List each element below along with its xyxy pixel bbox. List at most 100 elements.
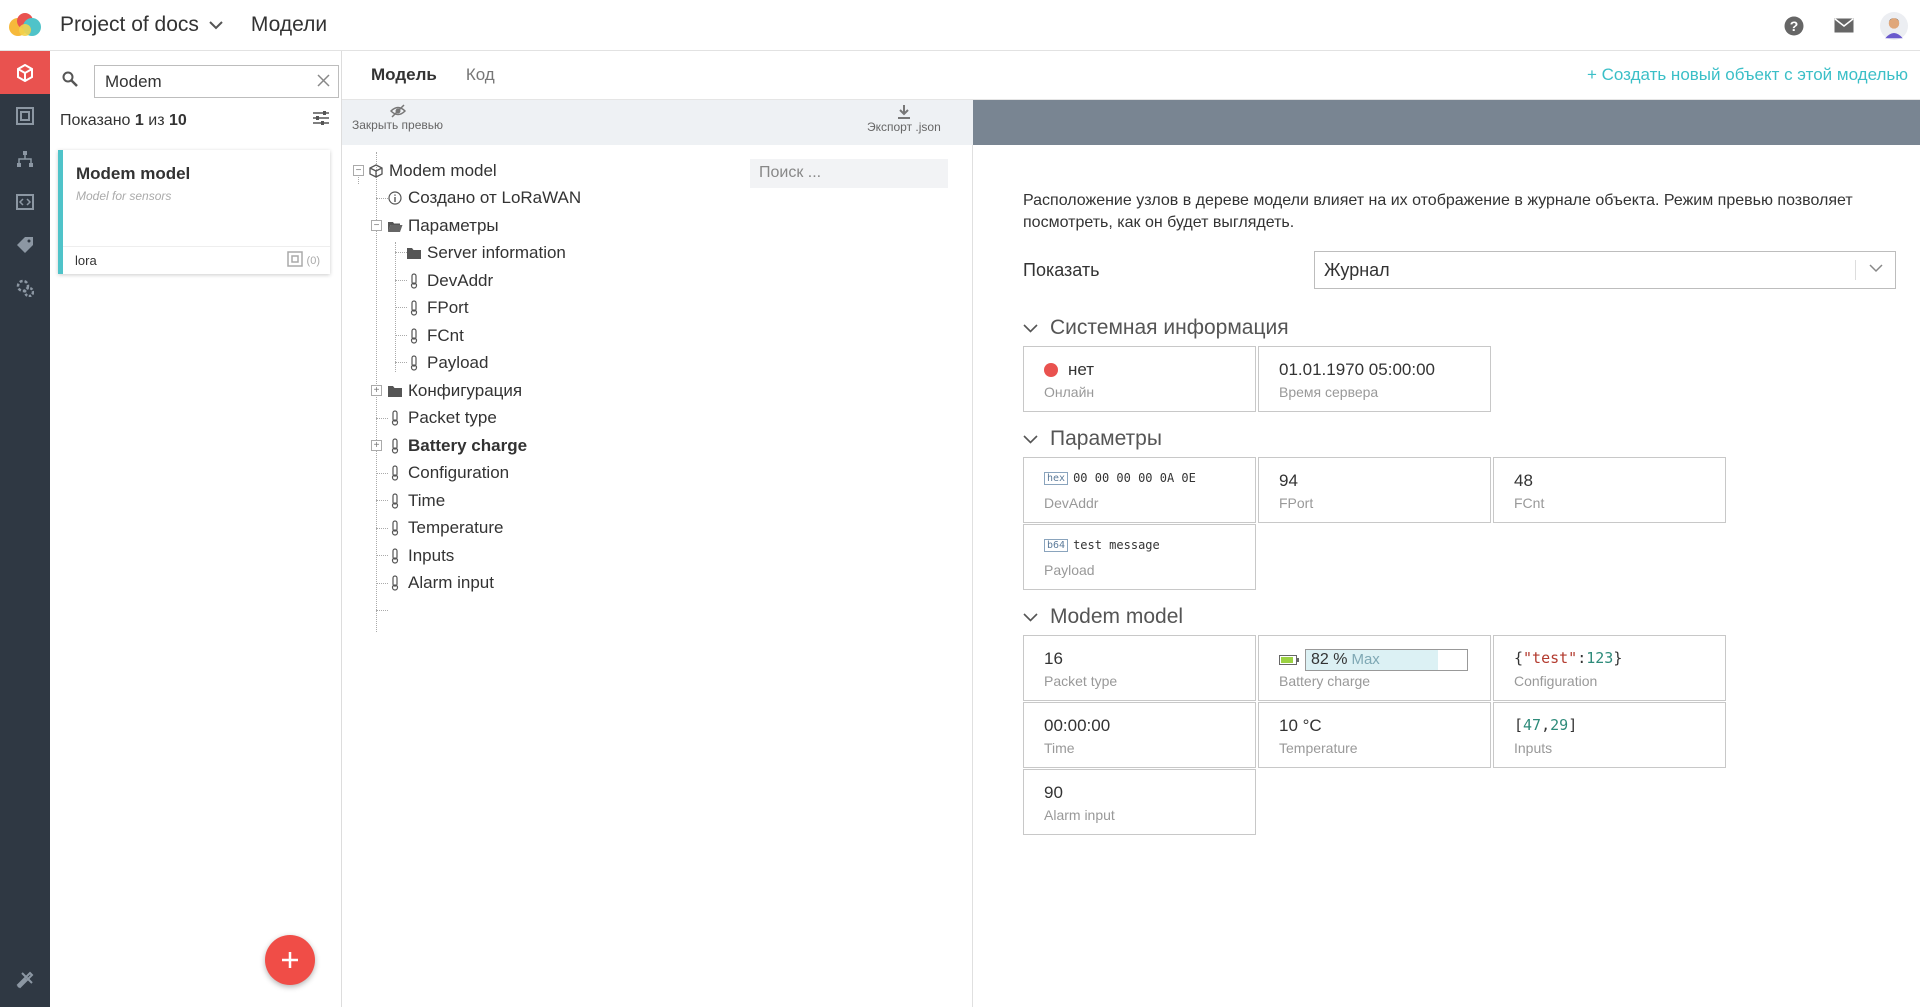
shown-prefix: Показано [60, 111, 131, 129]
tree-node-fport[interactable]: FPort [406, 295, 469, 321]
json-bracket: [ [1514, 716, 1524, 734]
chevron-down-icon [209, 17, 223, 33]
search-box [94, 65, 339, 98]
tree-node-label: Temperature [408, 518, 504, 537]
group-title: Параметры [1050, 427, 1162, 450]
tile-time: 00:00:00 Time [1023, 702, 1256, 768]
project-name: Project of docs [60, 13, 199, 36]
results-count: Показано 1 из 10 [60, 110, 330, 131]
sidebar-item-integrations[interactable] [0, 266, 50, 309]
thermometer-icon [387, 437, 403, 455]
sidebar-item-objects[interactable] [0, 94, 50, 137]
tab-code[interactable]: Код [466, 65, 495, 85]
project-selector[interactable]: Project of docs [60, 13, 223, 37]
collapse-toggle[interactable]: − [353, 165, 364, 176]
tile-label: Packet type [1044, 673, 1118, 689]
info-icon [387, 189, 403, 207]
tree-node-root[interactable]: Modem model [368, 158, 497, 184]
tree-node-config-folder[interactable]: Конфигурация [387, 378, 522, 404]
tile-alarm: 90 Alarm input [1023, 769, 1256, 835]
create-object-link[interactable]: + Создать новый объект с этой моделью [1587, 65, 1908, 85]
export-label: Экспорт .json [867, 120, 941, 134]
tree-node-server-info[interactable]: Server information [406, 240, 566, 266]
tab-model[interactable]: Модель [371, 65, 437, 85]
help-icon[interactable]: ? [1780, 12, 1808, 40]
model-tree-panel: Закрыть превью Экспорт .json Поиск ... −… [342, 100, 973, 1007]
group-title: Modem model [1050, 605, 1184, 628]
app-logo[interactable] [0, 0, 50, 51]
tile-label: Configuration [1514, 673, 1598, 689]
object-count-icon [286, 251, 303, 270]
export-json-button[interactable]: Экспорт .json [867, 104, 941, 134]
tree-node-label: Конфигурация [408, 381, 523, 400]
card-title: Modem model [76, 164, 191, 183]
tree-node-payload[interactable]: Payload [406, 350, 488, 376]
group-system-header[interactable]: Системная информация [1023, 316, 1289, 340]
expand-toggle[interactable]: + [371, 385, 382, 396]
tile-label: Онлайн [1044, 384, 1095, 400]
thermometer-icon [387, 547, 403, 565]
tree-node-time[interactable]: Time [387, 488, 445, 514]
battery-max-label: Max [1351, 651, 1380, 668]
group-params-header[interactable]: Параметры [1023, 427, 1162, 451]
tree-node-label: Inputs [408, 546, 455, 565]
collapse-toggle[interactable]: − [371, 220, 382, 231]
group-modem-header[interactable]: Modem model [1023, 605, 1183, 629]
tree-node-label: Battery charge [408, 436, 528, 455]
model-card[interactable]: Modem model Model for sensors lora (0) [58, 150, 330, 274]
search-input[interactable] [105, 71, 305, 92]
add-model-button[interactable] [265, 935, 315, 985]
sidebar-item-models[interactable] [0, 51, 50, 94]
tree-node-label: FCnt [427, 326, 464, 345]
tree-node-temperature[interactable]: Temperature [387, 515, 503, 541]
shown-total: 10 [168, 111, 187, 129]
tree-node-alarm[interactable]: Alarm input [387, 570, 494, 596]
chevron-down-icon [1023, 320, 1038, 336]
json-comma: , [1541, 716, 1551, 734]
card-object-count: (0) [306, 254, 320, 267]
tree-node-devaddr[interactable]: DevAddr [406, 268, 493, 294]
show-select-value: Журнал [1324, 260, 1390, 280]
tile-value: нет [1068, 360, 1095, 379]
filter-icon[interactable] [312, 110, 330, 131]
tree-node-label: Modem model [389, 161, 497, 180]
sidebar-item-code[interactable] [0, 180, 50, 223]
sidebar-item-structure[interactable] [0, 137, 50, 180]
mail-icon[interactable] [1830, 12, 1858, 40]
tree-node-fcnt[interactable]: FCnt [406, 323, 464, 349]
tile-value: 10 °C [1279, 716, 1322, 735]
expand-toggle[interactable]: + [371, 440, 382, 451]
tree-node-params[interactable]: Параметры [387, 213, 499, 239]
svg-text:?: ? [1790, 18, 1799, 34]
thermometer-icon [387, 574, 403, 592]
tree-node-created[interactable]: Создано от LoRaWAN [387, 185, 581, 211]
show-select[interactable]: Журнал [1314, 251, 1896, 289]
tree-node-configuration[interactable]: Configuration [387, 460, 509, 486]
tile-payload: b64 test message Payload [1023, 524, 1256, 590]
tile-label: Alarm input [1044, 807, 1115, 823]
tree-node-label: Configuration [408, 463, 510, 482]
tools-icon[interactable] [0, 971, 50, 989]
tile-value: 00:00:00 [1044, 716, 1111, 735]
thermometer-icon [387, 492, 403, 510]
tile-value: 16 [1044, 649, 1063, 668]
tree-search-input[interactable]: Поиск ... [750, 159, 948, 188]
chevron-down-icon [1855, 260, 1895, 280]
tile-battery: 82 % Max Battery charge [1258, 635, 1491, 701]
close-preview-button[interactable]: Закрыть превью [352, 104, 443, 132]
tile-fcnt: 48 FCnt [1493, 457, 1726, 523]
tree-node-packet-type[interactable]: Packet type [387, 405, 497, 431]
json-brace: } [1613, 649, 1623, 667]
show-label: Показать [1023, 260, 1100, 280]
sidebar-item-tags[interactable] [0, 223, 50, 266]
tree-line [376, 610, 388, 611]
clear-icon[interactable] [317, 71, 330, 92]
tree-node-battery[interactable]: Battery charge [387, 433, 527, 459]
tile-label: Inputs [1514, 740, 1553, 756]
tree-node-inputs[interactable]: Inputs [387, 543, 454, 569]
group-title: Системная информация [1050, 316, 1289, 339]
tile-label: FCnt [1514, 495, 1545, 511]
avatar[interactable] [1880, 11, 1908, 40]
download-icon [897, 105, 910, 119]
tile-label: Temperature [1279, 740, 1358, 756]
